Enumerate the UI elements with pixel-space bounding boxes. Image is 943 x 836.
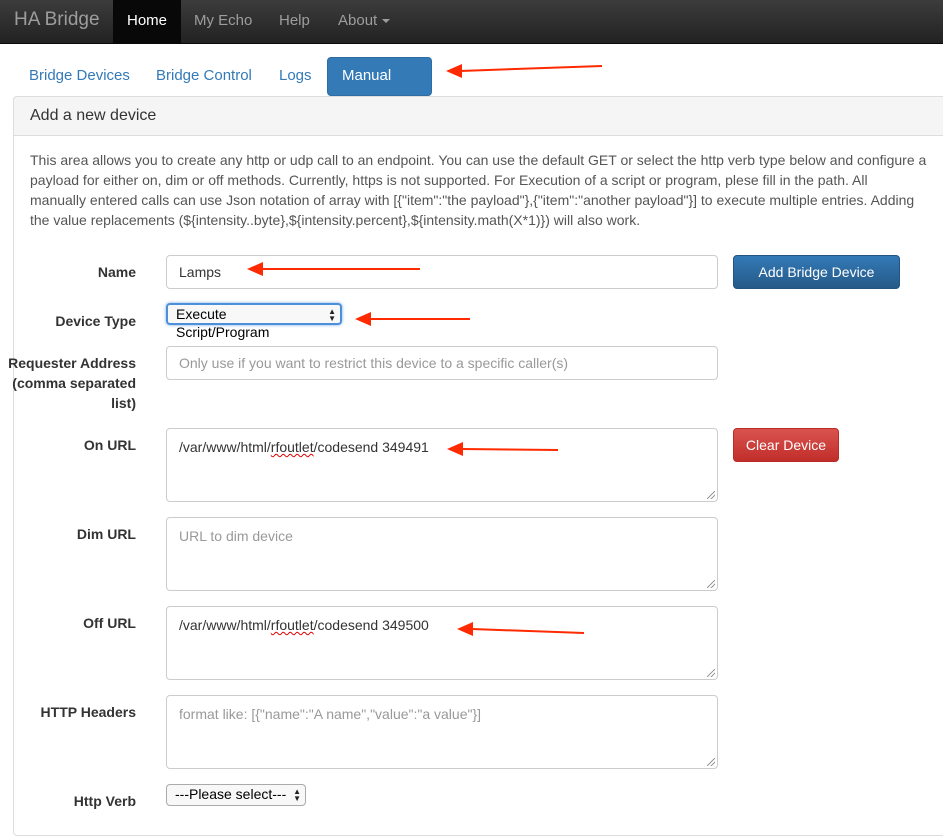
- annotation-arrow-icon: [446, 64, 603, 78]
- annotation-arrow-icon: [447, 442, 559, 456]
- annotation-arrow-icon: [457, 622, 585, 636]
- annotation-arrow-icon: [355, 312, 470, 326]
- annotation-arrow-icon: [247, 262, 420, 276]
- annotation-arrows: [247, 64, 603, 636]
